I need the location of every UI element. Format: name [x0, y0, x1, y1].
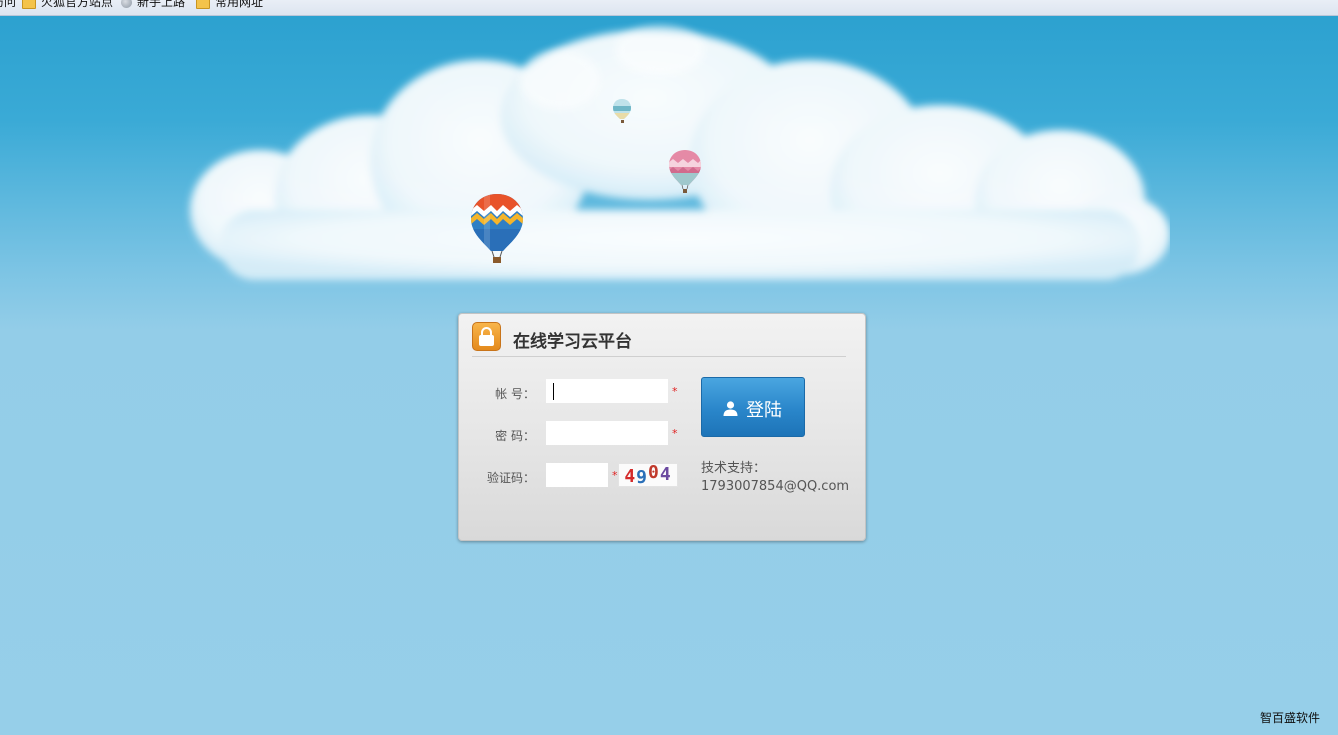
bookmark-label: 常用网址 — [215, 0, 264, 9]
login-title: 在线学习云平台 — [513, 332, 632, 351]
bookmark-label: 新手上路 — [137, 0, 186, 9]
bookmark-item-firefox[interactable]: 火狐官方站点 — [22, 0, 113, 9]
support-contact: 1793007854@QQ.com — [701, 479, 850, 494]
hot-air-balloon-small-icon — [613, 99, 631, 123]
user-icon — [723, 401, 738, 416]
hot-air-balloon-large-icon — [471, 194, 523, 263]
text-caret — [553, 383, 554, 400]
bookmark-item-getting-started[interactable]: 新手上路 — [121, 0, 185, 9]
lock-icon — [472, 322, 501, 351]
bookmark-label: 访问 — [0, 0, 17, 9]
required-mark: * — [672, 427, 678, 440]
bookmarks-toolbar: 访问 火狐官方站点 新手上路 常用网址 — [0, 0, 1338, 16]
account-label: 帐 号： — [495, 387, 535, 401]
account-input[interactable] — [546, 379, 668, 403]
captcha-image[interactable]: 4904 — [618, 462, 678, 488]
captcha-label: 验证码： — [486, 471, 535, 485]
required-mark: * — [612, 469, 618, 482]
bookmark-item-1[interactable]: 访问 — [0, 0, 16, 9]
password-label: 密 码： — [495, 429, 535, 443]
login-panel-header: 在线学习云平台 — [472, 322, 846, 357]
footer-brand: 智百盛软件 — [1259, 711, 1320, 725]
tech-support: 技术支持： 1793007854@QQ.com — [701, 460, 849, 496]
captcha-char: 4 — [624, 466, 637, 487]
captcha-char: 0 — [648, 462, 660, 483]
support-label: 技术支持： — [701, 461, 767, 476]
password-input[interactable] — [546, 421, 668, 445]
captcha-char: 4 — [659, 464, 672, 485]
login-panel: 在线学习云平台 帐 号： * 密 码： * 验证码： * 4904 登陆 技术支… — [458, 313, 866, 541]
required-mark: * — [672, 385, 678, 398]
hot-air-balloon-pink-icon — [669, 150, 701, 193]
globe-icon — [121, 0, 132, 8]
login-button-label: 登陆 — [746, 400, 782, 421]
captcha-char: 9 — [636, 467, 648, 488]
captcha-input[interactable] — [546, 463, 608, 487]
login-button[interactable]: 登陆 — [701, 377, 805, 437]
folder-icon — [196, 0, 210, 9]
bookmark-label: 火狐官方站点 — [41, 0, 114, 9]
bookmark-item-common-sites[interactable]: 常用网址 — [196, 0, 263, 9]
folder-icon — [22, 0, 36, 9]
